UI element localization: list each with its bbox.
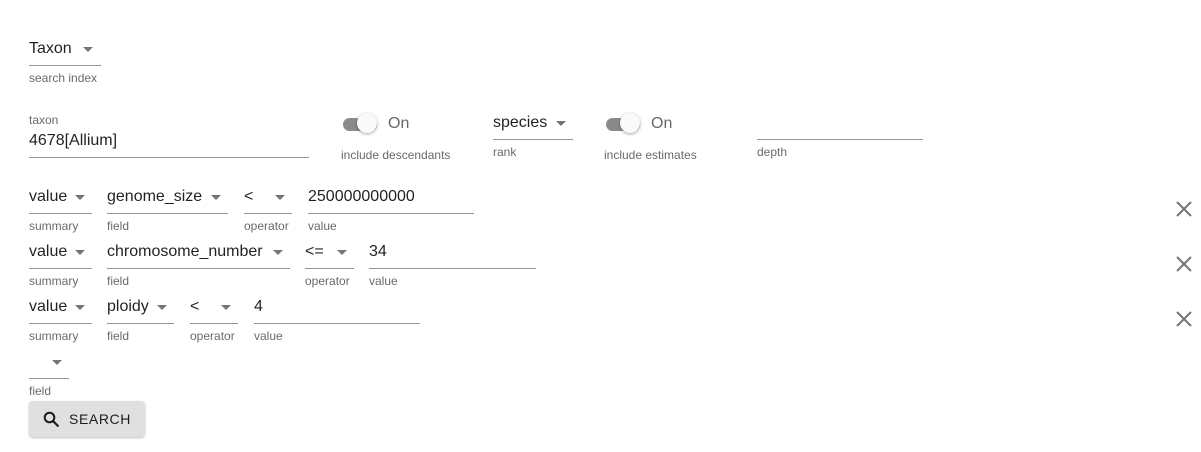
value-input[interactable]: 34 bbox=[369, 241, 536, 269]
search-button[interactable]: SEARCH bbox=[29, 401, 145, 437]
depth-helper: depth bbox=[757, 145, 788, 159]
value-helper: value bbox=[369, 274, 398, 288]
chevron-down-icon bbox=[75, 305, 85, 310]
value-text: 250000000000 bbox=[308, 188, 415, 205]
field-value: ploidy bbox=[107, 298, 149, 315]
operator-select[interactable]: <= bbox=[305, 241, 354, 269]
summary-value: value bbox=[29, 298, 68, 315]
chevron-down-icon bbox=[221, 305, 231, 310]
summary-helper: summary bbox=[29, 274, 79, 288]
operator-select[interactable]: < bbox=[244, 186, 292, 214]
close-icon[interactable] bbox=[1174, 254, 1194, 274]
field-helper: field bbox=[107, 274, 130, 288]
switch-thumb bbox=[357, 113, 377, 133]
operator-helper: operator bbox=[305, 274, 350, 288]
operator-helper: operator bbox=[190, 329, 235, 343]
new-field-select[interactable] bbox=[29, 351, 69, 379]
include-descendants-switch[interactable] bbox=[341, 113, 379, 135]
chevron-down-icon bbox=[273, 250, 283, 255]
value-text: 4 bbox=[254, 298, 263, 315]
rank-value: species bbox=[493, 114, 548, 131]
include-descendants-helper: include descendants bbox=[341, 148, 451, 162]
field-helper: field bbox=[107, 329, 130, 343]
chevron-down-icon bbox=[157, 305, 167, 310]
chevron-down-icon bbox=[75, 195, 85, 200]
include-estimates-helper: include estimates bbox=[604, 148, 697, 162]
close-icon[interactable] bbox=[1174, 199, 1194, 219]
new-field-helper: field bbox=[29, 384, 52, 398]
value-helper: value bbox=[308, 219, 337, 233]
include-estimates-switch[interactable] bbox=[604, 113, 642, 135]
chevron-down-icon bbox=[83, 47, 93, 52]
chevron-down-icon bbox=[556, 121, 566, 126]
rank-helper: rank bbox=[493, 145, 517, 159]
depth-input[interactable] bbox=[757, 112, 923, 140]
summary-helper: summary bbox=[29, 329, 79, 343]
search-index-select[interactable]: Taxon bbox=[29, 38, 101, 66]
chevron-down-icon bbox=[211, 195, 221, 200]
search-button-label: SEARCH bbox=[69, 411, 131, 427]
include-descendants-state: On bbox=[388, 115, 410, 132]
field-select[interactable]: genome_size bbox=[107, 186, 228, 214]
operator-select[interactable]: < bbox=[190, 296, 238, 324]
taxon-value: 4678[Allium] bbox=[29, 132, 118, 149]
value-input[interactable]: 4 bbox=[254, 296, 420, 324]
field-value: chromosome_number bbox=[107, 243, 263, 260]
switch-thumb bbox=[620, 113, 640, 133]
summary-select[interactable]: value bbox=[29, 296, 92, 324]
operator-value: <= bbox=[305, 243, 324, 260]
taxon-input[interactable]: 4678[Allium] bbox=[29, 130, 309, 158]
search-index-value: Taxon bbox=[29, 40, 72, 57]
chevron-down-icon bbox=[275, 195, 285, 200]
search-index-helper: search index bbox=[29, 71, 98, 85]
summary-value: value bbox=[29, 188, 68, 205]
chevron-down-icon bbox=[75, 250, 85, 255]
field-select[interactable]: ploidy bbox=[107, 296, 174, 324]
summary-select[interactable]: value bbox=[29, 241, 92, 269]
chevron-down-icon bbox=[337, 250, 347, 255]
include-estimates-state: On bbox=[651, 115, 673, 132]
taxon-label: taxon bbox=[29, 113, 59, 127]
summary-select[interactable]: value bbox=[29, 186, 92, 214]
close-icon[interactable] bbox=[1174, 309, 1194, 329]
operator-value: < bbox=[244, 188, 254, 205]
field-value: genome_size bbox=[107, 188, 203, 205]
value-text: 34 bbox=[369, 243, 387, 260]
operator-helper: operator bbox=[244, 219, 289, 233]
operator-value: < bbox=[190, 298, 200, 315]
value-input[interactable]: 250000000000 bbox=[308, 186, 474, 214]
search-icon bbox=[43, 411, 60, 428]
field-select[interactable]: chromosome_number bbox=[107, 241, 290, 269]
chevron-down-icon bbox=[52, 360, 62, 365]
rank-select[interactable]: species bbox=[493, 112, 573, 140]
summary-value: value bbox=[29, 243, 68, 260]
field-helper: field bbox=[107, 219, 130, 233]
value-helper: value bbox=[254, 329, 283, 343]
summary-helper: summary bbox=[29, 219, 79, 233]
